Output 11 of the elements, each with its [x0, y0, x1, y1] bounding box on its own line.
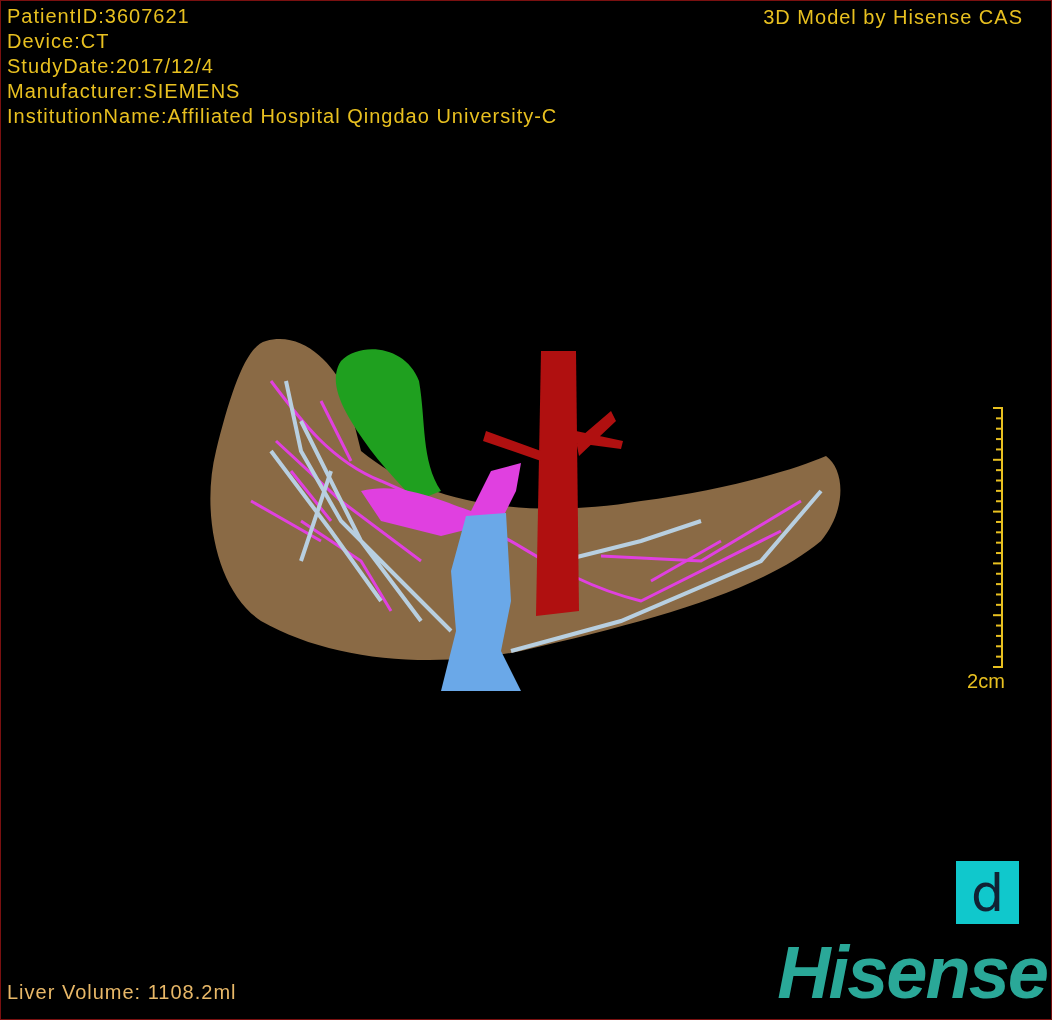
info-line: StudyDate:2017/12/4: [7, 54, 215, 79]
info-line: Manufacturer:SIEMENS: [7, 79, 242, 104]
info-line: InstitutionName:Affiliated Hospital Qingdao University-C: [7, 104, 558, 129]
scale-label: 2cm: [966, 670, 1005, 692]
liver-volume-text: Liver Volume: 1108.2ml: [7, 980, 237, 1005]
info-line: Device:CT: [7, 29, 111, 54]
info-line: PatientID:3607621: [7, 4, 191, 29]
liver-model-drawing[interactable]: [210, 339, 841, 691]
viewer-title: 3D Model by Hisense CAS: [763, 5, 1023, 30]
brand-logo: Hisense: [777, 933, 1047, 1013]
app-badge: d: [956, 861, 1019, 924]
